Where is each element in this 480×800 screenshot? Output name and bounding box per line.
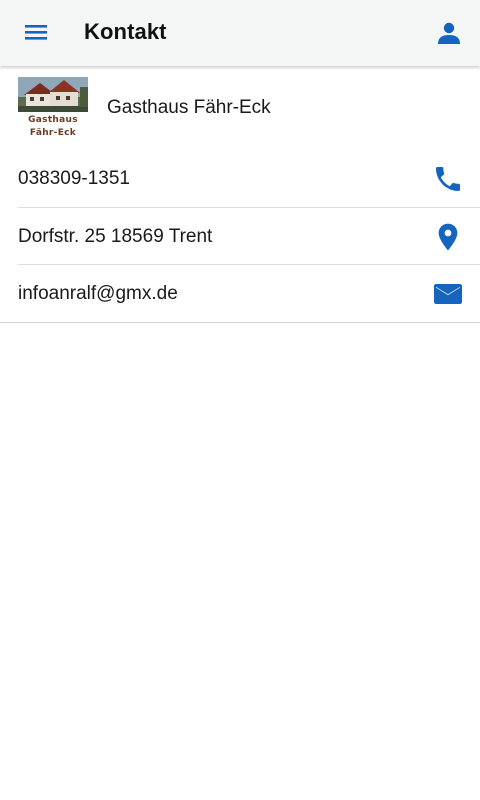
business-header: Gasthaus Fähr-Eck Gasthaus Fähr-Eck — [0, 66, 480, 150]
top-app-bar: Kontakt — [0, 0, 480, 66]
menu-icon — [25, 25, 47, 40]
address-text: Dorfstr. 25 18569 Trent — [18, 225, 213, 247]
envelope-icon[interactable] — [432, 278, 464, 310]
logo-text-line1: Gasthaus — [28, 115, 78, 125]
logo-text-line2: Fähr-Eck — [29, 128, 77, 138]
location-pin-icon[interactable] — [432, 221, 464, 253]
phone-row[interactable]: 038309-1351 — [18, 150, 480, 208]
menu-button[interactable] — [14, 12, 58, 54]
business-name: Gasthaus Fähr-Eck — [107, 97, 271, 118]
email-address: infoanralf@gmx.de — [18, 283, 178, 304]
person-icon — [438, 22, 460, 44]
business-logo: Gasthaus Fähr-Eck — [18, 77, 88, 141]
page-title: Kontakt — [84, 19, 167, 44]
email-row[interactable]: infoanralf@gmx.de — [0, 265, 480, 323]
phone-icon[interactable] — [432, 163, 464, 195]
logo-photo — [18, 77, 88, 112]
contact-content: Gasthaus Fähr-Eck Gasthaus Fähr-Eck 0383… — [0, 66, 480, 323]
phone-number: 038309-1351 — [18, 168, 130, 189]
address-row[interactable]: Dorfstr. 25 18569 Trent — [18, 208, 480, 265]
account-button[interactable] — [428, 12, 470, 54]
